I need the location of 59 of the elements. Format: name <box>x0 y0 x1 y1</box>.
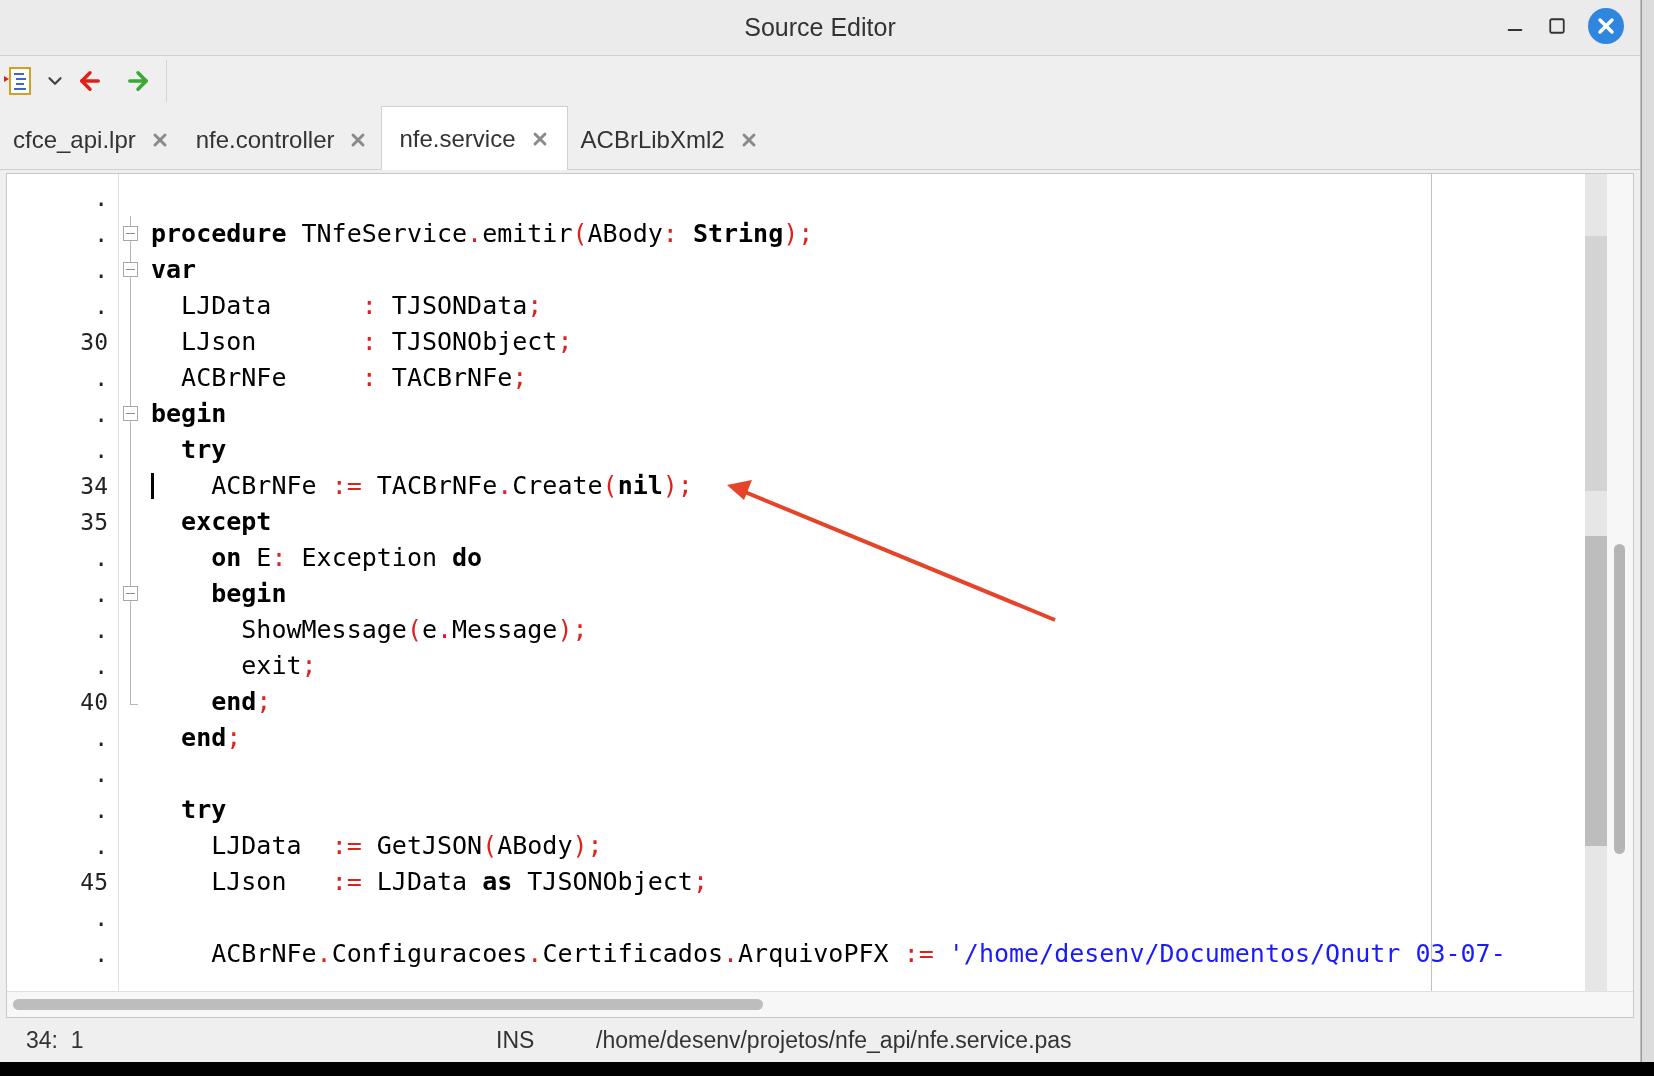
line-number: . <box>94 399 108 429</box>
line-number: . <box>94 723 108 753</box>
line-number: 35 <box>80 507 108 537</box>
code-line: LJData : TJSONData; <box>180 290 543 323</box>
line-number: . <box>94 759 108 789</box>
code-line: try <box>180 794 227 827</box>
code-line: begin <box>151 398 227 431</box>
code-line: ACBrNFe : TACBrNFe; <box>180 362 528 395</box>
editor-tab[interactable]: nfe.controller <box>182 111 382 169</box>
line-number: . <box>94 795 108 825</box>
vertical-scrollbar[interactable] <box>1585 174 1607 991</box>
line-number: 45 <box>80 867 108 897</box>
cursor-position: 34: 1 <box>26 1025 85 1055</box>
line-number: . <box>94 291 108 321</box>
file-path: /home/desenv/projetos/nfe_api/nfe.service.pas <box>596 1025 1072 1055</box>
fold-icon[interactable] <box>123 586 138 601</box>
code-line: LJson : TJSONObject; <box>180 326 573 359</box>
fold-icon[interactable] <box>123 262 138 277</box>
line-number: 34 <box>80 471 108 501</box>
line-number: . <box>94 183 108 213</box>
line-number: . <box>94 579 108 609</box>
line-number: . <box>94 543 108 573</box>
code-line: ACBrNFe.Configuracoes.Certificados.ArquivoPFX := '/home/desenv/Documentos/Qnutr 03-07- <box>210 938 1506 971</box>
line-number: . <box>94 831 108 861</box>
line-number: . <box>94 363 108 393</box>
line-number: . <box>94 615 108 645</box>
editor-tab[interactable]: ACBrLibXml2 <box>567 111 772 169</box>
window-title: Source Editor <box>744 11 896 43</box>
code-line: ShowMessage(e.Message); <box>240 614 588 647</box>
code-line: LJson := LJData as TJSONObject; <box>210 866 708 899</box>
horizontal-scrollbar[interactable] <box>7 991 1633 1017</box>
code-line: ACBrNFe := TACBrNFe.Create(nil); <box>210 470 693 503</box>
insert-mode: INS <box>496 1025 536 1055</box>
editor-tab[interactable]: nfe.service <box>381 106 568 170</box>
line-number: 30 <box>80 327 108 357</box>
line-number: . <box>94 255 108 285</box>
code-line: begin <box>210 578 287 611</box>
fold-icon[interactable] <box>123 406 138 421</box>
code-line: try <box>180 434 227 467</box>
line-number: . <box>94 435 108 465</box>
line-number: 40 <box>80 687 108 717</box>
code-line: var <box>151 254 197 287</box>
code-line: LJData := GetJSON(ABody); <box>210 830 603 863</box>
code-line: exit; <box>240 650 317 683</box>
code-line: procedure TNfeService.emitir(ABody: String); <box>151 218 814 251</box>
code-line: end; <box>180 722 242 755</box>
line-number: . <box>94 219 108 249</box>
line-number: . <box>94 651 108 681</box>
maximize-icon[interactable] <box>1548 17 1566 35</box>
line-number: . <box>94 903 108 933</box>
close-button[interactable] <box>1588 8 1624 44</box>
line-number: . <box>94 939 108 969</box>
document-list-icon[interactable] <box>4 66 34 96</box>
fold-icon[interactable] <box>123 226 138 241</box>
editor-tab[interactable]: cfce_api.lpr <box>0 111 183 169</box>
scrollbar-thumb[interactable] <box>1614 544 1625 854</box>
code-line: except <box>180 506 272 539</box>
code-line: end; <box>210 686 272 719</box>
code-line: on E: Exception do <box>210 542 483 575</box>
